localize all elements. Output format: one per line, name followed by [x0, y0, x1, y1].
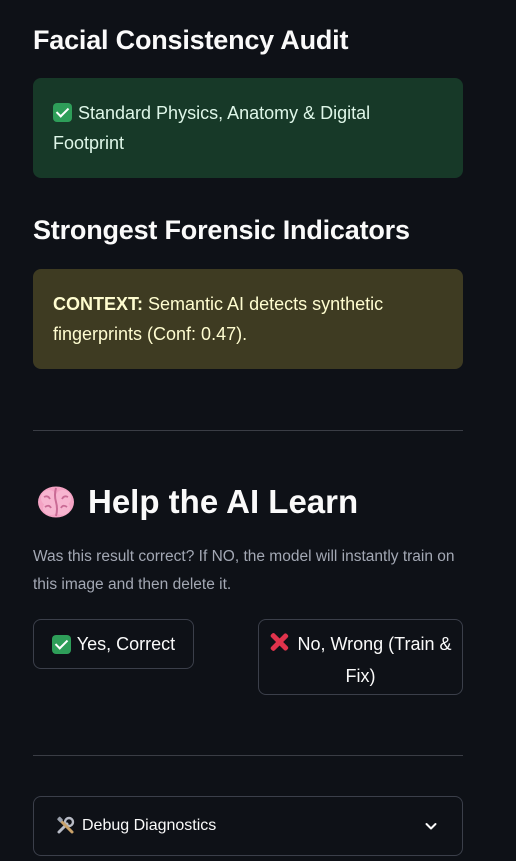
page: Facial Consistency Audit Standard Physic… — [0, 0, 516, 861]
indicator-alert: CONTEXT: Semantic AI detects synthetic f… — [33, 269, 463, 369]
debug-diagnostics-label: Debug Diagnostics — [82, 817, 217, 834]
yes-correct-label: Yes, Correct — [76, 633, 176, 654]
feedback-caption: Was this result correct? If NO, the mode… — [33, 548, 455, 593]
no-wrong-label: No, Wrong (Train & Fix) — [297, 633, 452, 686]
debug-diagnostics-expander[interactable]: Debug Diagnostics — [33, 796, 463, 856]
audit-heading: Facial Consistency Audit — [33, 25, 349, 55]
learn-heading-text: Help the AI Learn — [88, 483, 359, 520]
check-icon — [53, 103, 72, 122]
audit-status-text: Standard Physics, Anatomy & Digital Foot… — [53, 103, 371, 153]
no-wrong-button[interactable]: No, Wrong (Train & Fix) — [258, 619, 463, 695]
indicator-label: CONTEXT: — [53, 294, 143, 314]
check-icon — [51, 634, 71, 654]
divider — [33, 430, 463, 431]
tools-icon — [56, 816, 76, 836]
yes-correct-button[interactable]: Yes, Correct — [33, 619, 194, 669]
chevron-down-icon — [425, 823, 437, 830]
audit-status-alert: Standard Physics, Anatomy & Digital Foot… — [33, 78, 463, 178]
brain-icon — [37, 485, 75, 519]
indicators-heading: Strongest Forensic Indicators — [33, 215, 410, 245]
divider — [33, 755, 463, 756]
x-icon — [269, 632, 289, 652]
learn-heading: Help the AI Learn — [37, 480, 358, 524]
